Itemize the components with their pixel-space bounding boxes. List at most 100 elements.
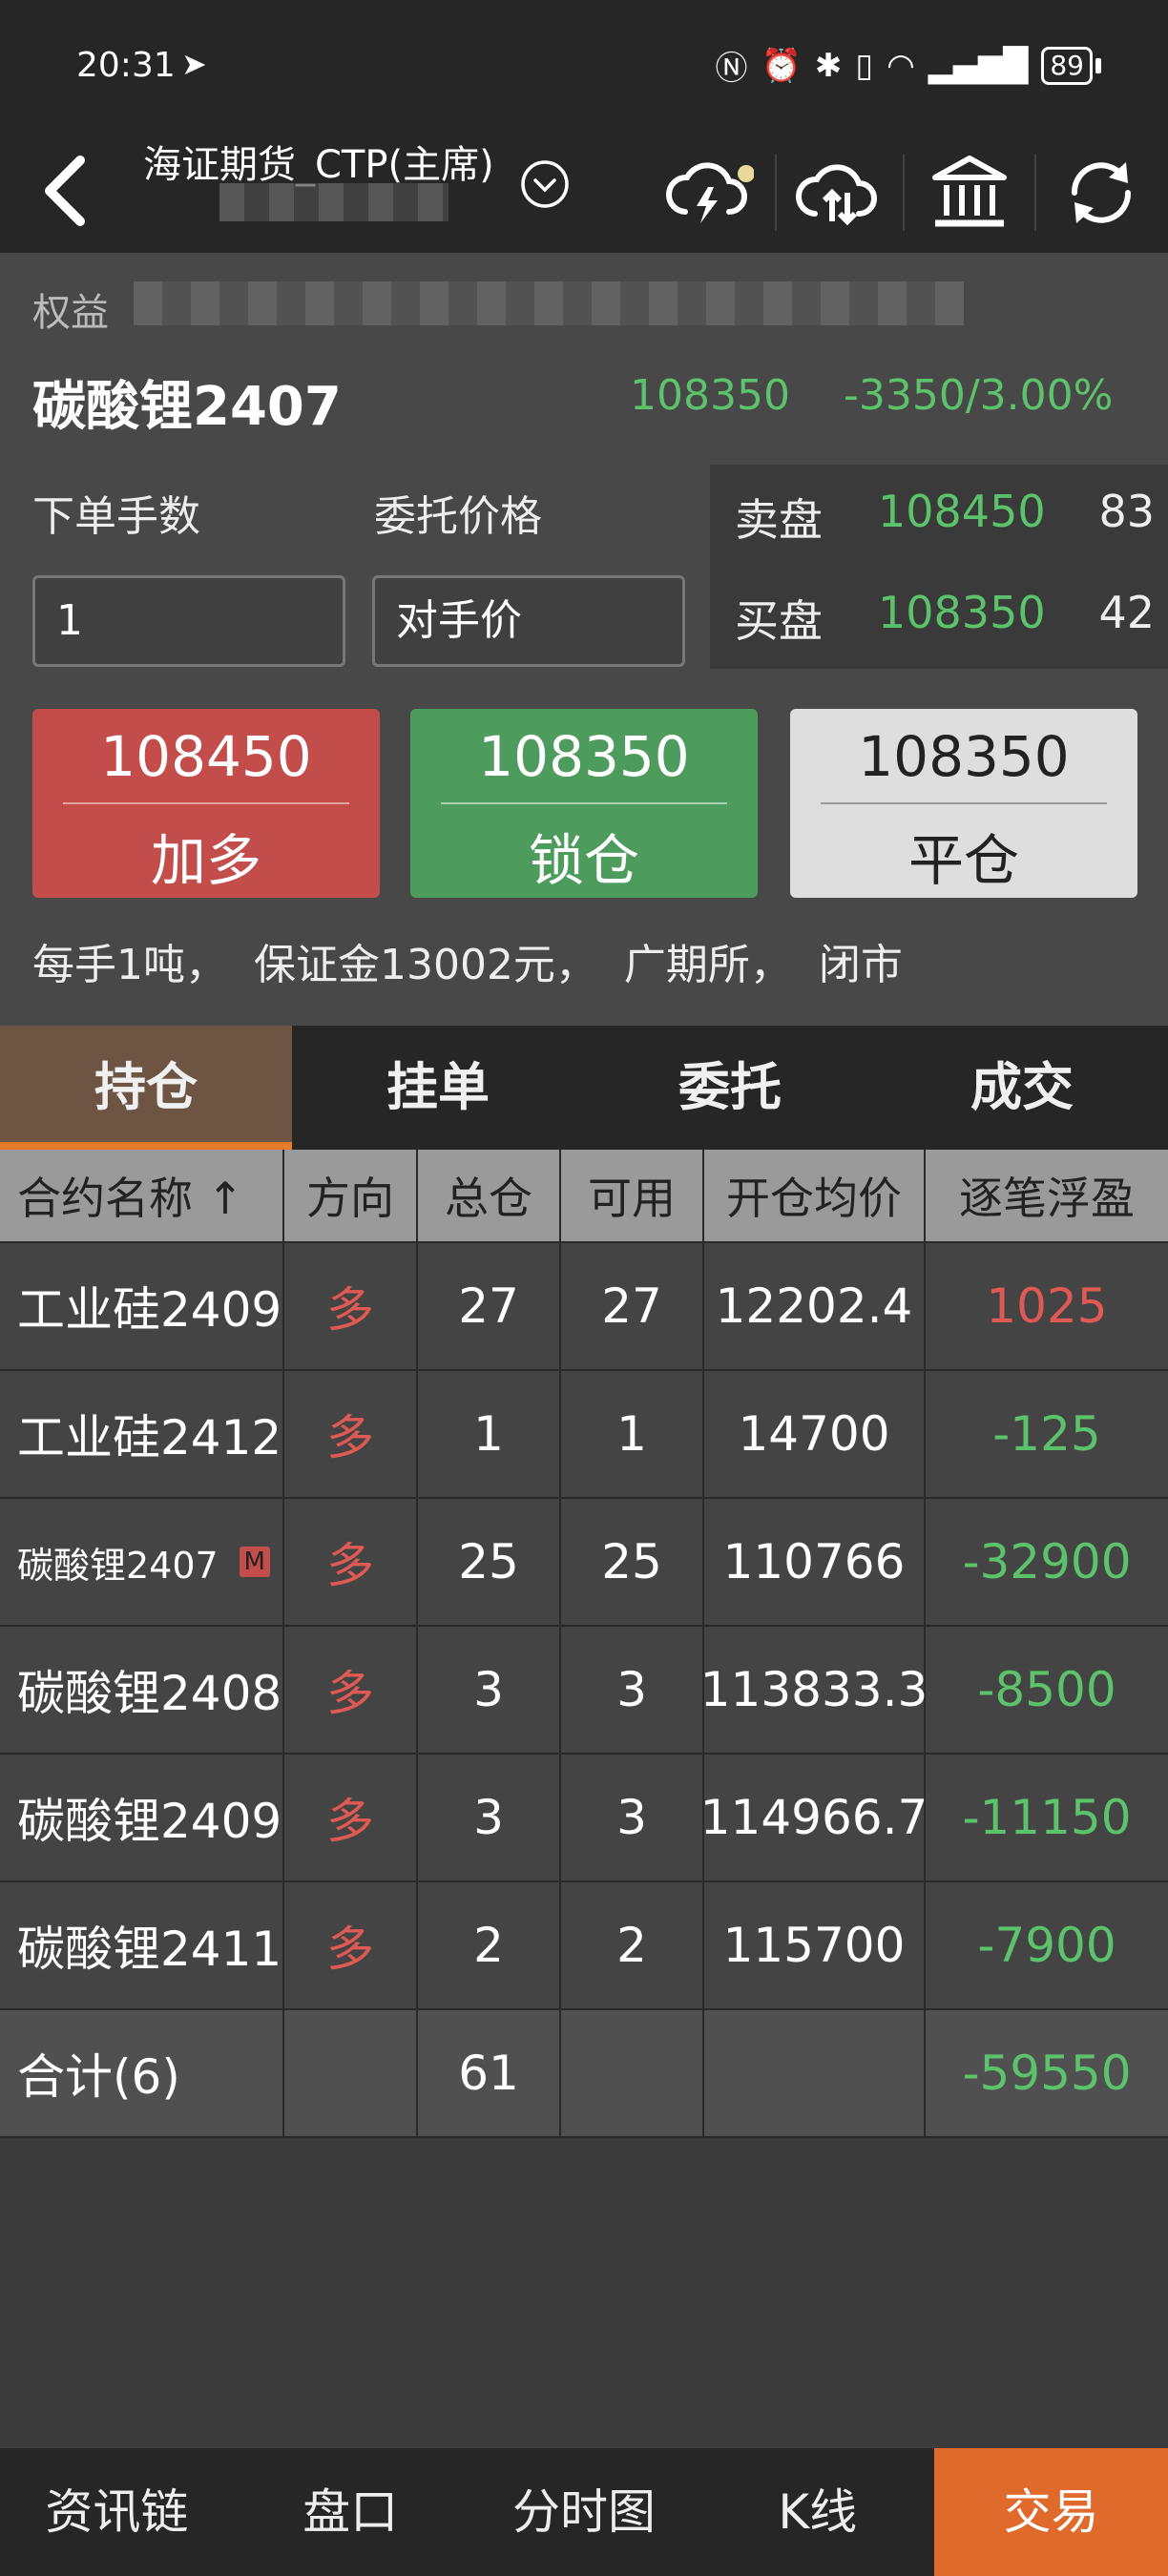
cell-available: 27 — [561, 1243, 704, 1369]
header-float-pnl: 逐笔浮盈 — [959, 1173, 1135, 1224]
cell-contract: 碳酸锂2409 — [0, 1755, 284, 1880]
header-total: 总仓 — [418, 1150, 561, 1241]
account-title[interactable]: 海证期货_CTP(主席) — [143, 134, 494, 189]
cell-direction: 多 — [284, 1371, 418, 1497]
table-total-row: 合计(6) 61 -59550 — [0, 2010, 1168, 2138]
price-change: -3350/3.00% — [844, 371, 1114, 420]
positions-table: 合约名称 ↑ 方向 总仓 可用 开仓均价 逐笔浮盈 工业硅2409 多 27 2… — [0, 1150, 1168, 2138]
cell-total: 25 — [418, 1499, 561, 1625]
cell-available: 1 — [561, 1371, 704, 1497]
nav-news[interactable]: 资讯链 — [0, 2448, 234, 2576]
bid-volume: 42 — [1098, 587, 1155, 638]
cloud-sync-icon[interactable] — [790, 145, 886, 240]
tab-positions[interactable]: 持仓 — [0, 1026, 292, 1150]
ask-label: 卖盘 — [735, 494, 823, 546]
cell-available: 2 — [561, 1882, 704, 2008]
close-price: 108350 — [858, 724, 1070, 789]
cell-contract: 碳酸锂2408 — [0, 1627, 284, 1753]
total-avg-price — [704, 2010, 926, 2136]
price-input[interactable]: 对手价 — [372, 575, 685, 667]
cell-float-pnl: -7900 — [977, 1918, 1116, 1973]
qty-input[interactable]: 1 — [32, 575, 345, 667]
account-id-masked — [219, 183, 448, 221]
back-arrow-icon[interactable] — [21, 143, 116, 239]
table-header: 合约名称 ↑ 方向 总仓 可用 开仓均价 逐笔浮盈 — [0, 1150, 1168, 1243]
quote-box: 卖盘 108450 83 买盘 108350 42 — [710, 465, 1168, 669]
contract-info: 每手1吨， 保证金13002元， 广期所， 闭市 — [32, 941, 903, 989]
status-bar: 20:31 ➤ Ⓝ ⏰ ✱ ▯ ◠ ▂▄▆█ 89 — [0, 0, 1168, 134]
cell-direction: 多 — [284, 1755, 418, 1880]
battery-level: 89 — [1041, 46, 1093, 85]
tab-orders[interactable]: 委托 — [584, 1026, 876, 1150]
bank-icon[interactable] — [922, 145, 1017, 240]
table-row[interactable]: 碳酸锂2408 多 3 3 113833.3 -8500 — [0, 1627, 1168, 1755]
lock-price: 108350 — [478, 724, 690, 789]
nav-kline[interactable]: K线 — [700, 2448, 934, 2576]
table-row[interactable]: 碳酸锂2411 多 2 2 115700 -7900 — [0, 1882, 1168, 2010]
lock-label: 锁仓 — [528, 828, 639, 893]
cell-contract: 工业硅2409 — [0, 1243, 284, 1369]
last-price: 108350 — [630, 371, 790, 420]
table-row[interactable]: 碳酸锂2409 多 3 3 114966.7 -11150 — [0, 1755, 1168, 1882]
cell-avg-price: 115700 — [704, 1882, 926, 2008]
total-position: 61 — [418, 2010, 561, 2136]
contract-name-text: 碳酸锂2407 — [17, 1544, 219, 1587]
ask-volume: 83 — [1098, 486, 1155, 537]
cell-avg-price: 14700 — [704, 1371, 926, 1497]
cell-available: 25 — [561, 1499, 704, 1625]
close-position-button[interactable]: 108350 平仓 — [790, 709, 1137, 898]
tab-trades[interactable]: 成交 — [876, 1026, 1168, 1150]
cell-available: 3 — [561, 1755, 704, 1880]
table-row[interactable]: 工业硅2412 多 1 1 14700 -125 — [0, 1371, 1168, 1499]
qty-label: 下单手数 — [32, 492, 200, 541]
add-long-button[interactable]: 108450 加多 — [32, 709, 380, 898]
main-contract-badge: M — [239, 1547, 270, 1577]
header-direction: 方向 — [284, 1150, 418, 1241]
cell-total: 2 — [418, 1882, 561, 2008]
ask-price: 108450 — [878, 486, 1046, 537]
order-panel: 下单手数 委托价格 1 对手价 卖盘 108450 83 买盘 108350 4… — [0, 453, 1168, 1026]
cell-available: 3 — [561, 1627, 704, 1753]
bid-price: 108350 — [878, 587, 1046, 638]
equity-label: 权益 — [32, 291, 109, 329]
cell-total: 1 — [418, 1371, 561, 1497]
lock-position-button[interactable]: 108350 锁仓 — [410, 709, 758, 898]
position-tabs: 持仓 挂单 委托 成交 — [0, 1026, 1168, 1150]
status-time: 20:31 — [76, 46, 176, 85]
nav-intraday-chart[interactable]: 分时图 — [468, 2448, 701, 2576]
battery-icon: 89 — [1041, 46, 1101, 85]
vibrate-icon: ▯ — [855, 46, 874, 85]
cloud-lightning-icon[interactable] — [658, 145, 754, 240]
contract-name[interactable]: 碳酸锂2407 — [32, 364, 342, 441]
cell-direction: 多 — [284, 1627, 418, 1753]
cell-avg-price: 114966.7 — [700, 1755, 928, 1880]
cell-contract: 工业硅2412 — [0, 1371, 284, 1497]
cell-float-pnl: -32900 — [962, 1534, 1132, 1589]
chevron-down-icon[interactable] — [519, 158, 571, 210]
cell-direction: 多 — [284, 1882, 418, 2008]
header-contract[interactable]: 合约名称 ↑ — [0, 1150, 284, 1241]
refresh-icon[interactable] — [1053, 145, 1149, 240]
account-summary: 权益 — [0, 253, 1168, 329]
telegram-icon: ➤ — [181, 46, 207, 82]
nav-trade[interactable]: 交易 — [934, 2448, 1168, 2576]
price-label: 委托价格 — [374, 492, 542, 541]
total-label: 合计(6) — [0, 2010, 284, 2136]
cell-float-pnl: -11150 — [962, 1790, 1132, 1845]
close-label: 平仓 — [907, 828, 1019, 893]
cell-avg-price: 12202.4 — [704, 1243, 926, 1369]
nav-order-book[interactable]: 盘口 — [234, 2448, 468, 2576]
cell-contract: 碳酸锂2411 — [0, 1882, 284, 2008]
tab-pending[interactable]: 挂单 — [292, 1026, 584, 1150]
cell-avg-price: 113833.3 — [700, 1627, 928, 1753]
header-available: 可用 — [561, 1150, 704, 1241]
bluetooth-icon: ✱ — [814, 46, 843, 85]
account-summary-masked — [134, 281, 964, 325]
add-long-price: 108450 — [100, 724, 312, 789]
table-row[interactable]: 工业硅2409 多 27 27 12202.4 1025 — [0, 1243, 1168, 1371]
cell-float-pnl: -8500 — [977, 1662, 1116, 1717]
wifi-icon: ◠ — [886, 46, 915, 85]
table-row[interactable]: 碳酸锂2407 M 多 25 25 110766 -32900 — [0, 1499, 1168, 1627]
status-icons: Ⓝ ⏰ ✱ ▯ ◠ ▂▄▆█ 89 — [716, 42, 1101, 89]
contract-row: 碳酸锂2407 108350 -3350/3.00% — [0, 329, 1168, 453]
